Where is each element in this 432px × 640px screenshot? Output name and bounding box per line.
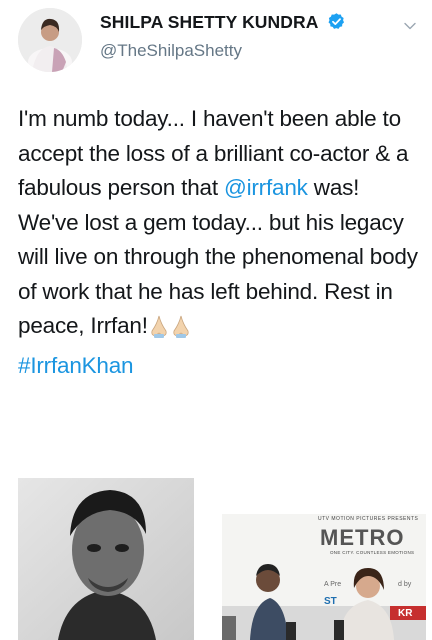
poster-partial-text-2: d by [398, 581, 412, 588]
author-handle[interactable]: @TheShilpaShetty [100, 41, 346, 61]
tweet-header: SHILPA SHETTY KUNDRA @TheShilpaShetty [18, 8, 418, 72]
poster-tagline: ONE CITY. COUNTLESS EMOTIONS [330, 550, 415, 555]
author-block: SHILPA SHETTY KUNDRA @TheShilpaShetty [100, 12, 346, 61]
media-photo-portrait[interactable] [18, 478, 194, 640]
tweet-text: I'm numb today... I haven't been able to… [18, 102, 422, 383]
hashtag-link[interactable]: #IrrfanKhan [18, 353, 134, 378]
mention-link[interactable]: @irrfank [224, 175, 308, 200]
poster-logo-partial: ST [324, 596, 337, 607]
poster-top-line: UTV MOTION PICTURES PRESENTS [318, 516, 419, 522]
poster-partial-text: A Pre [324, 581, 342, 588]
avatar[interactable] [18, 8, 82, 72]
media-photo-event[interactable]: UTV MOTION PICTURES PRESENTS METRO ONE C… [222, 514, 426, 640]
author-display-name[interactable]: SHILPA SHETTY KUNDRA [100, 12, 319, 33]
avatar-image [18, 8, 82, 72]
portrait-image [18, 478, 194, 640]
chevron-down-icon[interactable] [402, 18, 418, 34]
folded-hands-emoji [148, 314, 192, 349]
verified-badge-icon [327, 12, 346, 36]
poster-title: METRO [320, 525, 405, 550]
poster-logo-partial-2: KR [398, 608, 413, 619]
